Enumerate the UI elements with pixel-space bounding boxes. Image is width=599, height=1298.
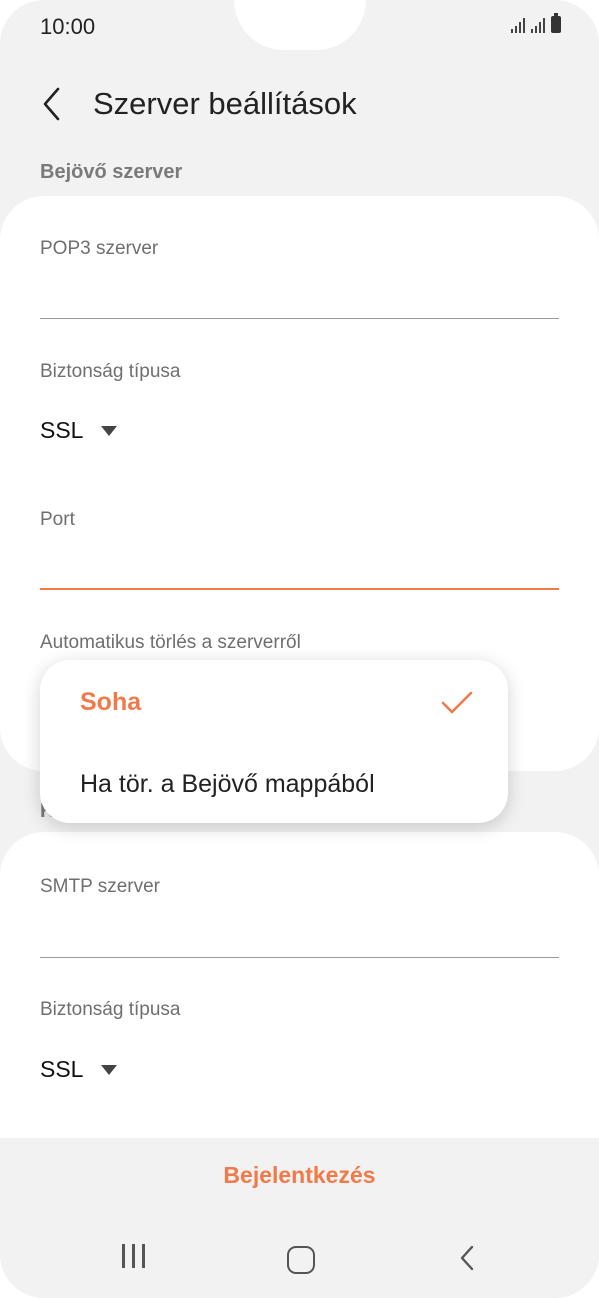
outgoing-security-select[interactable]: SSL — [40, 1056, 118, 1083]
login-button[interactable]: Bejelentkezés — [0, 1162, 599, 1189]
dropdown-caret-icon — [101, 425, 118, 436]
signal-icon — [531, 17, 545, 33]
home-icon[interactable] — [287, 1246, 315, 1274]
status-icons — [511, 13, 561, 33]
header: Szerver beállítások — [0, 76, 599, 132]
incoming-security-select[interactable]: SSL — [40, 417, 118, 444]
auto-delete-label: Automatikus törlés a szerverről — [40, 632, 301, 653]
battery-icon — [551, 13, 561, 33]
camera-notch — [234, 0, 366, 50]
popup-option-when-deleted-from-inbox[interactable]: Ha tör. a Bejövő mappából — [80, 770, 375, 799]
pop3-server-label: POP3 szerver — [40, 238, 159, 259]
incoming-security-value: SSL — [40, 417, 84, 443]
port-label: Port — [40, 509, 75, 530]
signal-icon — [511, 17, 525, 33]
recent-apps-icon[interactable] — [122, 1244, 145, 1268]
outgoing-security-value: SSL — [40, 1056, 84, 1082]
auto-delete-popup-menu: Soha Ha tör. a Bejövő mappából — [40, 660, 508, 823]
incoming-security-label: Biztonság típusa — [40, 361, 181, 382]
smtp-server-underline — [40, 957, 559, 958]
pop3-server-underline — [40, 318, 559, 319]
pop3-server-input[interactable] — [40, 280, 559, 316]
phone-screen: 10:00 Szerver beállítások Bejövő szerver… — [0, 0, 599, 1298]
section-title-incoming: Bejövő szerver — [40, 161, 183, 183]
smtp-server-label: SMTP szerver — [40, 876, 161, 897]
page-title: Szerver beállítások — [93, 86, 357, 121]
outgoing-security-label: Biztonság típusa — [40, 999, 181, 1020]
smtp-server-input[interactable] — [40, 916, 559, 952]
nav-back-icon[interactable] — [458, 1244, 476, 1272]
port-input[interactable] — [40, 548, 559, 584]
status-time: 10:00 — [40, 14, 96, 39]
system-navigation-bar — [0, 1220, 599, 1298]
back-chevron-icon[interactable] — [38, 84, 68, 124]
check-icon — [441, 691, 473, 714]
popup-option-never[interactable]: Soha — [80, 688, 141, 717]
port-underline — [40, 588, 559, 590]
dropdown-caret-icon — [101, 1064, 118, 1075]
bottom-action-bar: Bejelentkezés — [0, 1138, 599, 1220]
